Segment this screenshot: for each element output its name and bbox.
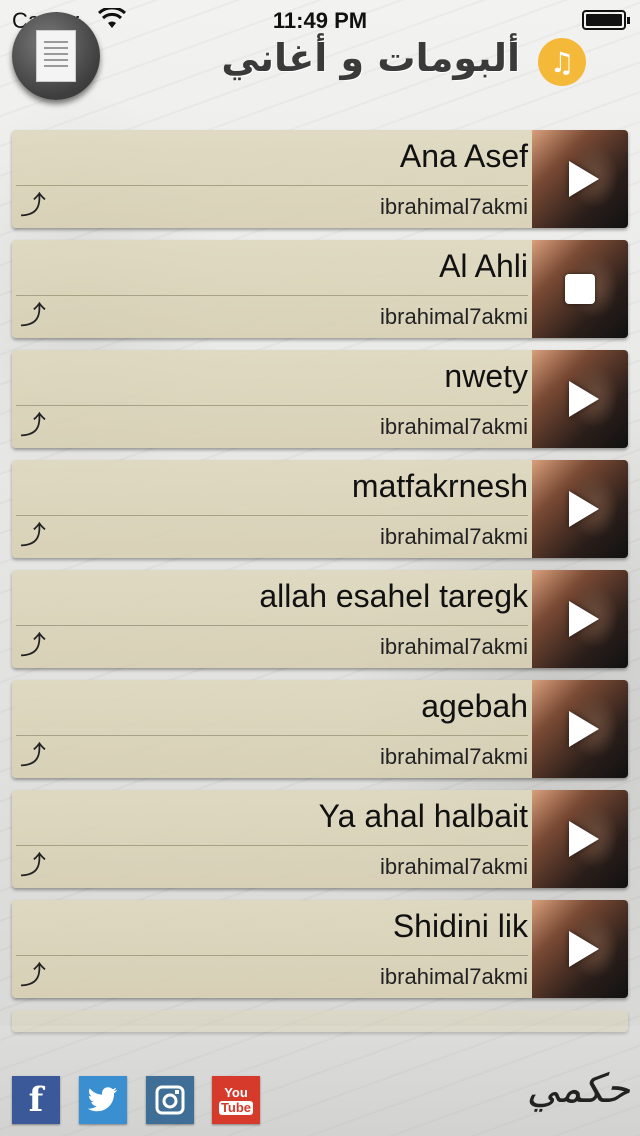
share-icon[interactable]: ⤴ [20, 412, 50, 440]
album-thumbnail[interactable] [532, 240, 628, 338]
row-divider [16, 955, 528, 956]
album-thumbnail[interactable] [532, 460, 628, 558]
youtube-icon-bottom: Tube [218, 1099, 254, 1115]
song-title: Shidini lik [392, 908, 528, 944]
play-icon[interactable] [569, 821, 599, 857]
row-divider [16, 295, 528, 296]
album-thumbnail[interactable] [532, 900, 628, 998]
twitter-icon [88, 1087, 117, 1112]
play-icon[interactable] [569, 711, 599, 747]
artist-name: ibrahimal7akmi [380, 524, 528, 549]
share-icon[interactable]: ⤴ [20, 852, 50, 880]
music-note-icon: ♫ [549, 45, 575, 79]
song-row[interactable]: Al Ahli ibrahimal7akmi ⤴ [12, 240, 628, 338]
song-title: Ana Asef [399, 138, 528, 174]
share-icon[interactable]: ⤴ [20, 632, 50, 660]
facebook-button[interactable]: f [12, 1076, 60, 1124]
twitter-button[interactable] [79, 1076, 127, 1124]
song-title: nwety [444, 358, 528, 394]
song-row[interactable]: Ana Asef ibrahimal7akmi ⤴ [12, 130, 628, 228]
share-icon[interactable]: ⤴ [20, 742, 50, 770]
status-bar: Carrier 11:49 PM [0, 0, 640, 40]
artist-name: ibrahimal7akmi [380, 964, 528, 989]
song-row[interactable]: Ya ahal halbait ibrahimal7akmi ⤴ [12, 790, 628, 888]
page-title: ألبومات و أغاني [221, 36, 520, 80]
stop-icon[interactable] [565, 274, 595, 304]
artist-name: ibrahimal7akmi [380, 194, 528, 219]
album-thumbnail[interactable] [532, 350, 628, 448]
row-divider [16, 185, 528, 186]
play-icon[interactable] [569, 601, 599, 637]
song-title: matfakrnesh [351, 468, 528, 504]
share-icon[interactable]: ⤴ [20, 192, 50, 220]
play-icon[interactable] [569, 931, 599, 967]
share-icon[interactable]: ⤴ [20, 522, 50, 550]
clock: 11:49 PM [272, 8, 368, 33]
album-thumbnail[interactable] [532, 790, 628, 888]
music-button[interactable]: ♫ [538, 38, 586, 86]
youtube-icon-top: You [224, 1084, 248, 1100]
album-thumbnail[interactable] [532, 680, 628, 778]
album-thumbnail[interactable] [532, 570, 628, 668]
row-divider [16, 515, 528, 516]
artist-name: ibrahimal7akmi [380, 414, 528, 439]
artist-name: ibrahimal7akmi [380, 744, 528, 769]
instagram-button[interactable] [146, 1076, 194, 1124]
play-icon[interactable] [569, 491, 599, 527]
song-row[interactable]: agebah ibrahimal7akmi ⤴ [12, 680, 628, 778]
song-title: Al Ahli [439, 248, 528, 284]
song-row[interactable]: nwety ibrahimal7akmi ⤴ [12, 350, 628, 448]
artist-name: ibrahimal7akmi [380, 854, 528, 879]
song-row[interactable]: Shidini lik ibrahimal7akmi ⤴ [12, 900, 628, 998]
document-icon [36, 30, 76, 82]
artist-name: ibrahimal7akmi [380, 634, 528, 659]
share-icon[interactable]: ⤴ [20, 962, 50, 990]
song-row[interactable]: matfakrnesh ibrahimal7akmi ⤴ [12, 460, 628, 558]
album-thumbnail[interactable] [532, 130, 628, 228]
song-row[interactable]: allah esahel taregk ibrahimal7akmi ⤴ [12, 570, 628, 668]
document-button[interactable] [12, 12, 100, 100]
song-title: allah esahel taregk [259, 578, 528, 614]
row-divider [16, 845, 528, 846]
facebook-icon: f [28, 1080, 44, 1120]
instagram-icon [155, 1085, 185, 1115]
song-list: Ana Asef ibrahimal7akmi ⤴ Al Ahli ibrahi… [12, 130, 628, 1044]
play-icon[interactable] [569, 161, 599, 197]
share-icon[interactable]: ⤴ [20, 302, 50, 330]
row-divider [16, 625, 528, 626]
row-divider [16, 735, 528, 736]
youtube-button[interactable]: You Tube [212, 1076, 260, 1124]
signature-logo: حكمي [526, 1066, 630, 1112]
play-icon[interactable] [569, 381, 599, 417]
row-divider [16, 405, 528, 406]
song-title: agebah [421, 688, 528, 724]
artist-name: ibrahimal7akmi [380, 304, 528, 329]
battery-icon [582, 10, 630, 30]
song-title: Ya ahal halbait [318, 798, 528, 834]
